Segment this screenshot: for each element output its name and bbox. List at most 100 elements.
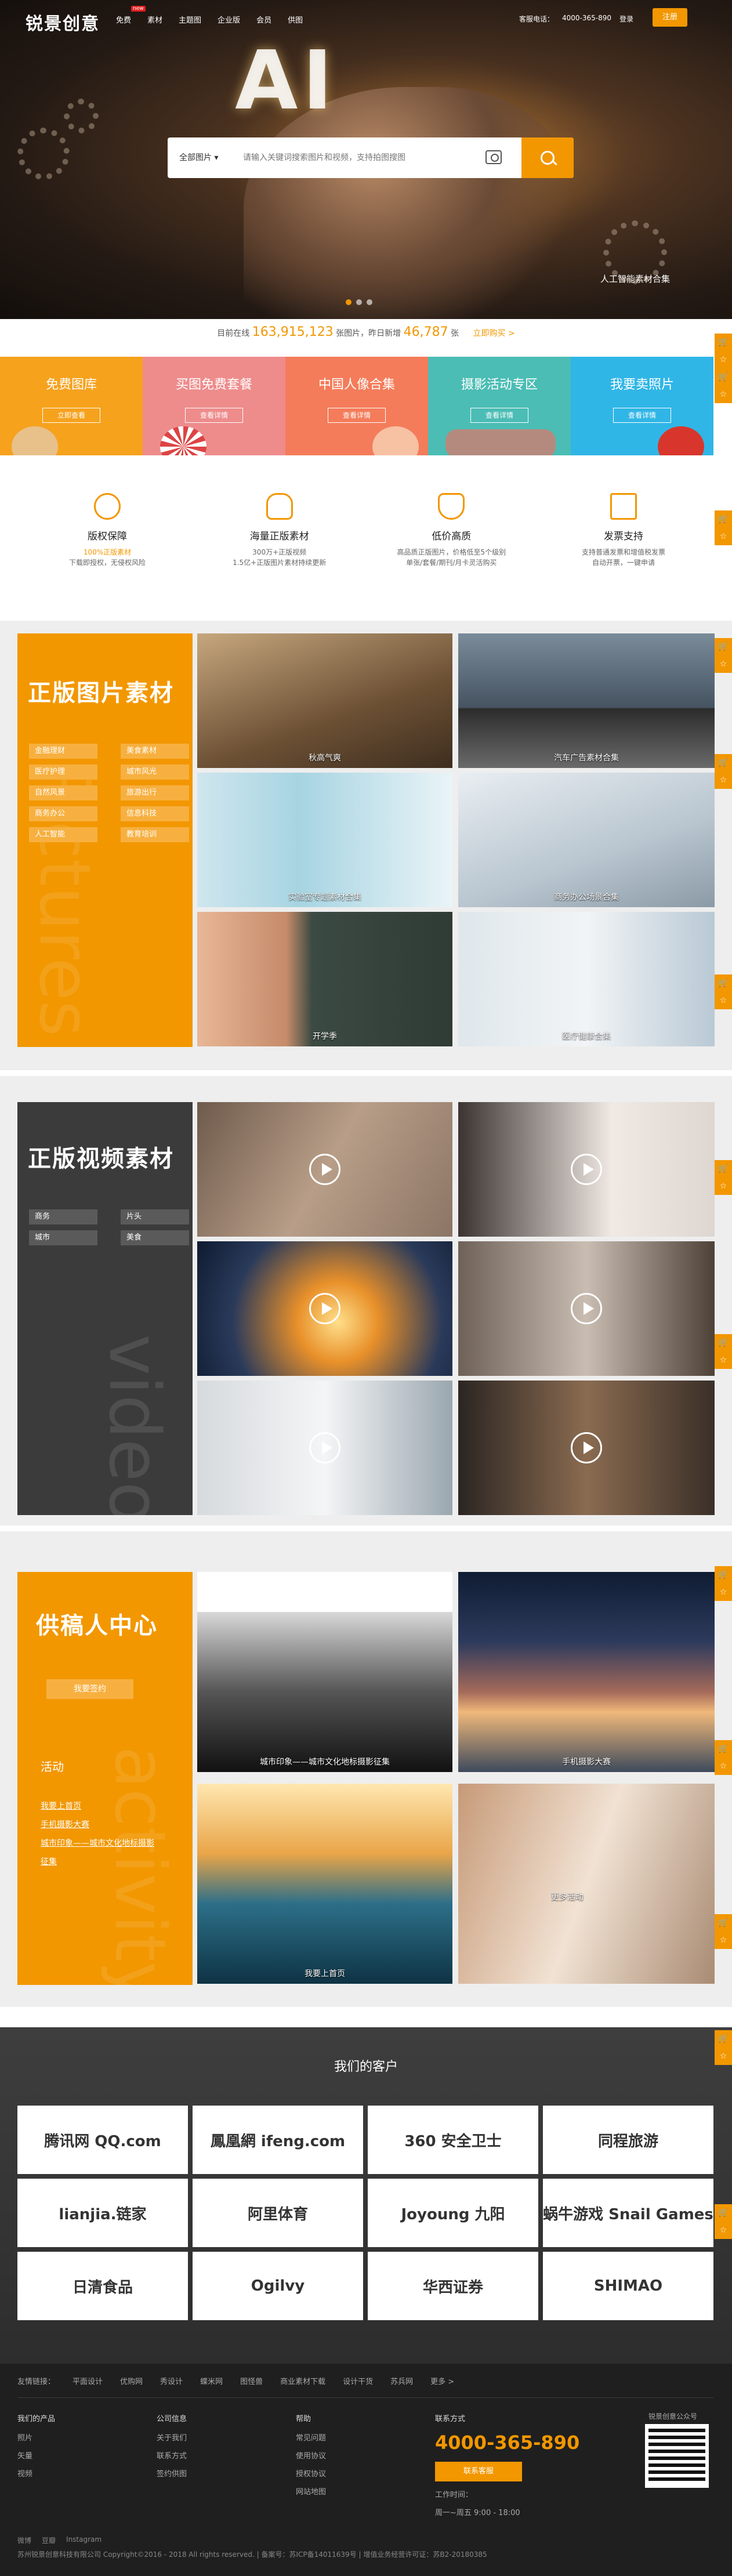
photo-lab[interactable]: 实验室专题素材合集 xyxy=(197,773,452,907)
star-icon[interactable]: ☆ xyxy=(715,1584,732,1601)
play-icon[interactable] xyxy=(571,1293,602,1324)
tag[interactable]: 商务办公 xyxy=(29,806,97,821)
photo-family[interactable]: 更多活动 xyxy=(458,1784,715,1984)
friend-link[interactable]: 苏兵网 xyxy=(390,2375,413,2386)
star-icon[interactable]: ☆ xyxy=(715,1932,732,1949)
contact-service-button[interactable]: 联系客服 xyxy=(435,2462,522,2481)
tag[interactable]: 金融理财 xyxy=(29,744,97,759)
login-link[interactable]: 登录 xyxy=(619,14,633,24)
photo-doctor[interactable]: 医疗健康合集 xyxy=(458,912,715,1046)
search-button[interactable] xyxy=(521,137,574,178)
tag[interactable]: 美食 xyxy=(121,1230,189,1245)
cart-icon[interactable]: 🛒 xyxy=(715,510,732,528)
register-button[interactable]: 注册 xyxy=(653,8,687,27)
tag[interactable]: 城市 xyxy=(29,1230,97,1245)
tile-china-portrait[interactable]: 中国人像合集 查看详情 xyxy=(285,357,428,455)
tag[interactable]: 美食素材 xyxy=(121,744,189,759)
photo-office[interactable]: 商务办公场景合集 xyxy=(458,773,715,907)
tag[interactable]: 商务 xyxy=(29,1209,97,1224)
cart-icon[interactable]: 🛒 xyxy=(715,754,732,771)
cart-icon[interactable]: 🛒 xyxy=(715,1566,732,1584)
tile-button[interactable]: 查看详情 xyxy=(328,408,386,423)
footer-link[interactable]: 矢量 xyxy=(17,2450,55,2461)
photo-wheat[interactable]: 秋高气爽 xyxy=(197,633,452,768)
tag[interactable]: 旅游出行 xyxy=(121,785,189,800)
cart-icon[interactable]: 🛒 xyxy=(715,2030,732,2048)
video-ballet[interactable] xyxy=(458,1102,715,1237)
friend-link[interactable]: 平面设计 xyxy=(73,2375,103,2386)
carousel-dot[interactable] xyxy=(367,299,372,305)
tag[interactable]: 人工智能 xyxy=(29,827,97,842)
tag[interactable]: 片头 xyxy=(121,1209,189,1224)
nav-item-material[interactable]: 素材 xyxy=(147,14,162,25)
video-child[interactable] xyxy=(458,1241,715,1376)
footer-link[interactable]: 视频 xyxy=(17,2468,55,2479)
tile-photo-event[interactable]: 摄影活动专区 查看详情 xyxy=(428,357,571,455)
play-icon[interactable] xyxy=(309,1432,340,1463)
footer-link[interactable]: 关于我们 xyxy=(157,2432,187,2443)
nav-item-contribute[interactable]: 供图 xyxy=(288,14,303,25)
tag[interactable]: 教育培训 xyxy=(121,827,189,842)
nav-item-free[interactable]: 免费 new xyxy=(116,6,146,25)
star-icon[interactable]: ☆ xyxy=(715,1352,732,1369)
friend-link[interactable]: 商业素材下载 xyxy=(280,2375,325,2386)
friend-links-more[interactable]: 更多 > xyxy=(430,2375,454,2386)
cart-icon[interactable]: 🛒 xyxy=(715,1160,732,1178)
cart-icon[interactable]: 🛒 xyxy=(715,368,732,386)
cart-icon[interactable]: 🛒 xyxy=(715,974,732,992)
star-icon[interactable]: ☆ xyxy=(715,528,732,545)
tile-button[interactable]: 立即查看 xyxy=(42,408,100,423)
friend-link[interactable]: 图怪兽 xyxy=(240,2375,263,2386)
cart-icon[interactable]: 🛒 xyxy=(715,638,732,655)
footer-link[interactable]: 联系方式 xyxy=(157,2450,187,2461)
play-icon[interactable] xyxy=(571,1432,602,1463)
social-link[interactable]: Instagram xyxy=(66,2535,102,2545)
play-icon[interactable] xyxy=(309,1154,340,1185)
footer-link[interactable]: 照片 xyxy=(17,2432,55,2443)
star-icon[interactable]: ☆ xyxy=(715,655,732,673)
cart-icon[interactable]: 🛒 xyxy=(715,1334,732,1352)
video-cat[interactable] xyxy=(197,1102,452,1237)
site-logo[interactable]: 锐景创意 xyxy=(26,9,100,35)
cart-icon[interactable]: 🛒 xyxy=(715,1914,732,1932)
star-icon[interactable]: ☆ xyxy=(715,1178,732,1195)
social-link[interactable]: 豆瓣 xyxy=(42,2535,56,2545)
tag[interactable]: 医疗护理 xyxy=(29,765,97,780)
friend-link[interactable]: 设计干货 xyxy=(343,2375,373,2386)
search-input[interactable] xyxy=(243,137,516,178)
tile-button[interactable]: 查看详情 xyxy=(470,408,528,423)
tag[interactable]: 信息科技 xyxy=(121,806,189,821)
video-guitar[interactable] xyxy=(458,1381,715,1515)
hero-banner[interactable]: AI 锐景创意 免费 new 素材 主题图 企业版 会员 供图 客服电话： 400… xyxy=(0,0,732,319)
carousel-dot[interactable] xyxy=(346,299,351,305)
activity-link[interactable]: 城市印象——城市文化地标摄影 xyxy=(41,1834,154,1853)
cart-icon[interactable]: 🛒 xyxy=(715,1740,732,1758)
footer-link[interactable]: 签约供图 xyxy=(157,2468,187,2479)
star-icon[interactable]: ☆ xyxy=(715,771,732,789)
activity-link[interactable]: 手机摄影大赛 xyxy=(41,1816,154,1834)
activity-link[interactable]: 征集 xyxy=(41,1853,154,1871)
activity-link[interactable]: 我要上首页 xyxy=(41,1797,154,1816)
nav-item-vip[interactable]: 会员 xyxy=(256,14,271,25)
footer-link[interactable]: 使用协议 xyxy=(296,2450,326,2461)
star-icon[interactable]: ☆ xyxy=(715,351,732,368)
nav-item-theme[interactable]: 主题图 xyxy=(179,14,201,25)
footer-link[interactable]: 常见问题 xyxy=(296,2432,326,2443)
video-doctor[interactable] xyxy=(197,1381,452,1515)
nav-item-enterprise[interactable]: 企业版 xyxy=(218,14,240,25)
tile-free-gallery[interactable]: 免费图库 立即查看 xyxy=(0,357,143,455)
photo-car[interactable]: 汽车广告素材合集 xyxy=(458,633,715,768)
play-icon[interactable] xyxy=(309,1293,340,1324)
sign-up-button[interactable]: 我要签约 xyxy=(46,1679,133,1699)
tag[interactable]: 自然风景 xyxy=(29,785,97,800)
star-icon[interactable]: ☆ xyxy=(715,386,732,403)
photo-back-to-school[interactable]: 开学季 xyxy=(197,912,452,1046)
tile-free-package[interactable]: 买图免费套餐 查看详情 xyxy=(143,357,285,455)
video-sunset-woman[interactable] xyxy=(197,1241,452,1376)
star-icon[interactable]: ☆ xyxy=(715,992,732,1009)
buy-now-link[interactable]: 立即购买 > xyxy=(473,329,515,338)
photo-city-landmark[interactable]: 城市印象——城市文化地标摄影征集 xyxy=(197,1572,452,1772)
footer-link[interactable]: 授权协议 xyxy=(296,2468,326,2479)
star-icon[interactable]: ☆ xyxy=(715,2048,732,2065)
tile-button[interactable]: 查看详情 xyxy=(185,408,243,423)
